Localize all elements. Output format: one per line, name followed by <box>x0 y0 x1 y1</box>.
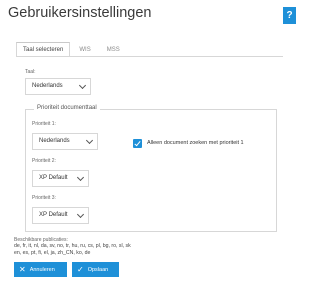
language-select[interactable]: Nederlands <box>25 78 91 95</box>
priority-1-select[interactable]: Nederlands <box>32 133 98 150</box>
checkmark-icon: ✓ <box>77 264 84 274</box>
priority-3-select[interactable]: XP Default <box>32 207 89 224</box>
close-icon: ✕ <box>19 264 26 274</box>
chevron-down-icon <box>76 173 85 182</box>
priority-1-label: Prioriteit 1: <box>32 121 56 127</box>
save-button-label: Opslaan <box>87 266 109 273</box>
page-title: Gebruikersinstellingen <box>8 5 152 21</box>
priority-3-label: Prioriteit 3: <box>32 195 56 201</box>
chevron-down-icon <box>78 81 87 90</box>
priority-1-only-checkbox[interactable] <box>133 139 142 148</box>
priority-1-only-label: Alleen document zoeken met prioriteit 1 <box>147 140 244 146</box>
cancel-button-label: Annuleren <box>29 266 55 273</box>
chevron-down-icon <box>76 210 85 219</box>
tab-wis[interactable]: WIS <box>72 42 97 56</box>
tab-taal-selecteren[interactable]: Taal selecteren <box>16 42 71 56</box>
priority-2-label: Prioriteit 2: <box>32 158 56 164</box>
language-select-value: Nederlands <box>32 83 63 89</box>
tab-divider <box>16 56 283 57</box>
priority-2-select[interactable]: XP Default <box>32 170 89 187</box>
priority-1-value: Nederlands <box>39 138 70 144</box>
cancel-button[interactable]: ✕ Annuleren <box>14 262 67 277</box>
priority-2-value: XP Default <box>39 175 68 181</box>
save-button[interactable]: ✓ Opslaan <box>72 262 119 277</box>
publications-line-2: en, es, pt, fi, el, ja, zh_CN, ko, de <box>14 250 91 256</box>
language-label: Taal: <box>25 69 36 75</box>
chevron-down-icon <box>85 136 94 145</box>
tab-mss[interactable]: MSS <box>100 42 127 56</box>
publications-list: de, fr, it, nl, da, sv, no, tr, hu, ru, … <box>14 243 284 257</box>
publications-line-1: de, fr, it, nl, da, sv, no, tr, hu, ru, … <box>14 243 131 249</box>
priority-3-value: XP Default <box>39 212 68 218</box>
help-button[interactable]: ? <box>283 7 296 24</box>
priority-legend: Prioriteit documenttaal <box>34 105 100 111</box>
